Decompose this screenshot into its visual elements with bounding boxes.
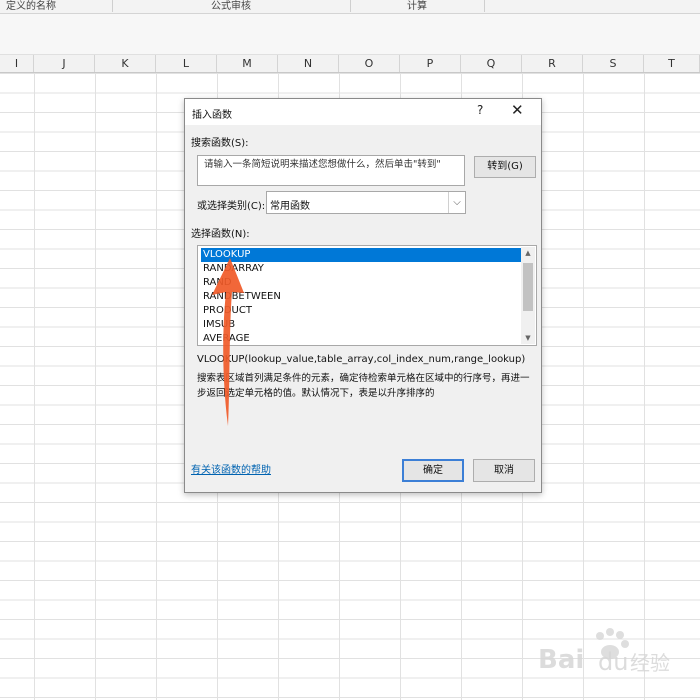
function-list-item-randbetween[interactable]: RANDBETWEEN (201, 290, 521, 304)
function-list-item-vlookup[interactable]: VLOOKUP (201, 248, 521, 262)
function-list-item-average[interactable]: AVERAGE (201, 332, 521, 345)
function-signature: VLOOKUP(lookup_value,table_array,col_ind… (197, 354, 526, 365)
function-list-item-imsub[interactable]: IMSUB (201, 318, 521, 332)
search-function-label: 搜索函数(S): (191, 138, 249, 149)
ribbon-separator (350, 0, 351, 12)
svg-text:经验: 经验 (630, 651, 670, 675)
column-header-T[interactable]: T (644, 55, 700, 72)
column-header-S[interactable]: S (583, 55, 644, 72)
column-header-J[interactable]: J (34, 55, 95, 72)
svg-text:du: du (598, 648, 628, 676)
cancel-button[interactable]: 取消 (473, 459, 535, 482)
column-header-N[interactable]: N (278, 55, 339, 72)
column-header-Q[interactable]: Q (461, 55, 522, 72)
function-list-scrollbar[interactable]: ▲ ▼ (521, 247, 535, 344)
search-function-input[interactable]: 请输入一条简短说明来描述您想做什么，然后单击"转到" (197, 155, 465, 186)
function-help-link[interactable]: 有关该函数的帮助 (191, 461, 271, 476)
category-label: 或选择类别(C): (197, 201, 266, 212)
function-list-label: 选择函数(N): (191, 229, 250, 240)
ok-button[interactable]: 确定 (402, 459, 464, 482)
column-header-I[interactable]: I (0, 55, 34, 72)
ribbon-group-bar: 定义的名称 公式审核 计算 (0, 0, 700, 14)
scrollbar-thumb[interactable] (523, 263, 533, 311)
chevron-down-icon[interactable]: ⌵ (448, 192, 465, 213)
dialog-titlebar[interactable]: 插入函数 ? ✕ (185, 99, 541, 125)
scroll-up-icon[interactable]: ▲ (521, 247, 535, 259)
dialog-title: 插入函数 (192, 110, 232, 121)
svg-text:Bai: Bai (538, 645, 584, 675)
ribbon-group-formula-auditing: 公式审核 (211, 1, 251, 12)
scroll-down-icon[interactable]: ▼ (521, 332, 535, 344)
goto-button[interactable]: 转到(G) (474, 156, 536, 178)
column-header-M[interactable]: M (217, 55, 278, 72)
column-header-R[interactable]: R (522, 55, 583, 72)
ribbon-separator (484, 0, 485, 12)
ribbon-group-defined-names: 定义的名称 (6, 1, 56, 12)
function-list-item-rand[interactable]: RAND (201, 276, 521, 290)
column-header-K[interactable]: K (95, 55, 156, 72)
column-header-row: I J K L M N O P Q R S T (0, 55, 700, 73)
help-icon[interactable]: ? (477, 103, 483, 117)
function-description: 搜索表区域首列满足条件的元素，确定待检索单元格在区域中的行序号，再进一步返回选定… (197, 373, 530, 399)
close-icon[interactable]: ✕ (511, 101, 524, 119)
function-listbox[interactable]: VLOOKUP RANDARRAY RAND RANDBETWEEN PRODU… (197, 245, 537, 346)
baidu-watermark-logo: Bai du 经验 (538, 628, 670, 676)
insert-function-dialog: 插入函数 ? ✕ 搜索函数(S): 请输入一条简短说明来描述您想做什么，然后单击… (184, 98, 542, 493)
category-value: 常用函数 (270, 201, 310, 212)
column-header-O[interactable]: O (339, 55, 400, 72)
column-header-L[interactable]: L (156, 55, 217, 72)
ribbon-group-calculation: 计算 (407, 1, 427, 12)
ribbon-separator (112, 0, 113, 12)
category-select[interactable]: 常用函数 ⌵ (266, 191, 466, 214)
column-header-P[interactable]: P (400, 55, 461, 72)
formula-bar-area[interactable] (0, 14, 700, 55)
function-list-item-product[interactable]: PRODUCT (201, 304, 521, 318)
function-list-item-randarray[interactable]: RANDARRAY (201, 262, 521, 276)
